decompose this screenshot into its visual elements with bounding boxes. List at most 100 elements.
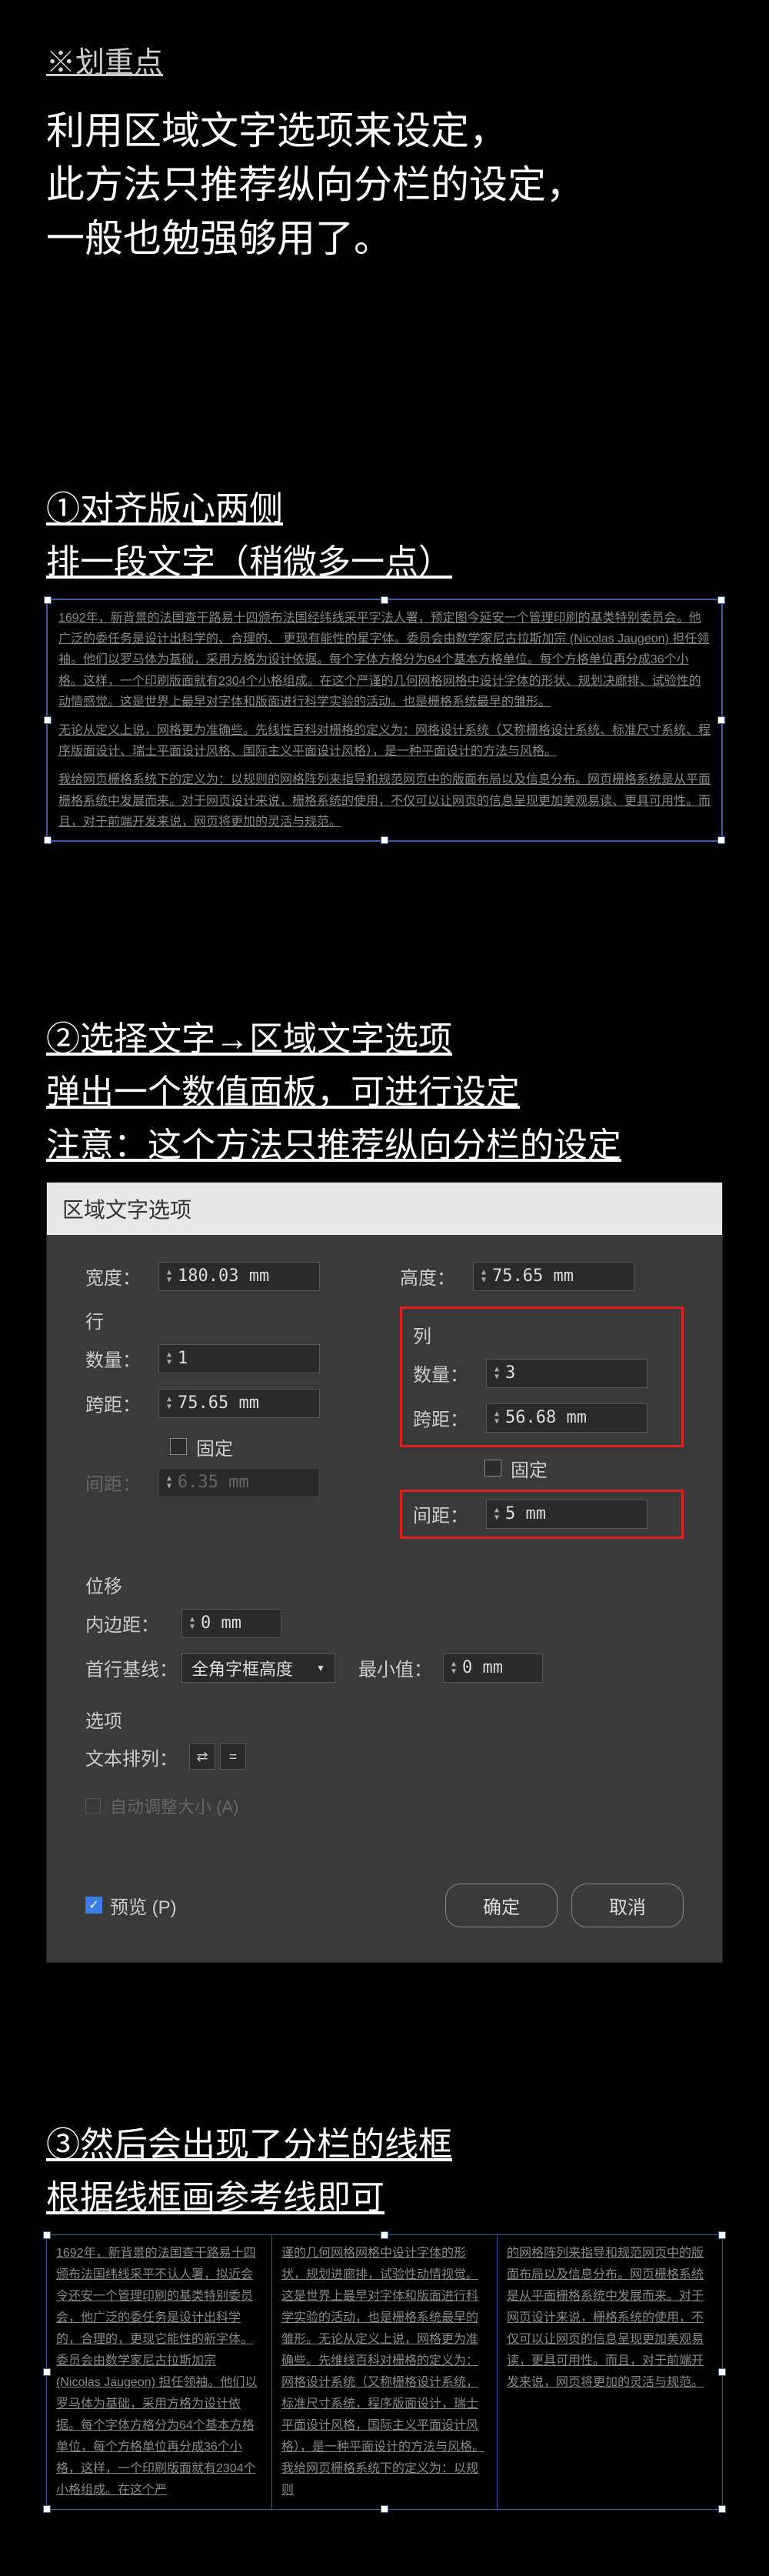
- preview-checkbox[interactable]: ✓: [85, 1897, 102, 1914]
- columns-highlight: 列 数量： ▲▼ 3 跨距： ▲▼ 56.68: [400, 1306, 684, 1447]
- step2-title: ②选择文字→区域文字选项: [46, 1011, 723, 1060]
- handle-icon[interactable]: [718, 2368, 726, 2376]
- row-fixed-label: 固定: [196, 1433, 233, 1460]
- baseline-value: 全角字框高度: [191, 1656, 293, 1680]
- cancel-button[interactable]: 取消: [571, 1884, 684, 1927]
- handle-icon[interactable]: [717, 596, 725, 604]
- spinner-icon[interactable]: ▲▼: [494, 1366, 499, 1381]
- text-frame-columns[interactable]: 1692年，新背景的法国查干路易十四颁布法国纬线采平不认人署，拟近会令还安一个管…: [46, 2234, 723, 2510]
- handle-icon[interactable]: [43, 2231, 51, 2239]
- handle-icon[interactable]: [718, 2231, 726, 2239]
- inset-value: 0 mm: [201, 1613, 241, 1633]
- text-frame-single[interactable]: 1692年，新背景的法国查干路易十四颁布法国经纬线采平字法人署，预定图今延安一个…: [46, 599, 723, 842]
- spinner-icon[interactable]: ▲▼: [451, 1660, 456, 1676]
- column-2: 谨的几何网格网格中设计字体的形状，规划进廊排，试验性动情视觉。这是世界上最早对字…: [272, 2235, 498, 2509]
- baseline-select[interactable]: 全角字框高度 ▼: [181, 1653, 335, 1683]
- paragraph: 无论从定义上说，网格更为准确些。先线性百科对栅格的定义为：网格设计系统（又称栅格…: [58, 720, 711, 762]
- step2-subtitle2: 注意：这个方法只推荐纵向分栏的设定: [46, 1117, 723, 1166]
- height-value: 75.65 mm: [492, 1266, 574, 1286]
- step3-section: ③然后会出现了分栏的线框 根据线框画参考线即可 1692年，新背景的法国查干路易…: [46, 2117, 723, 2510]
- paragraph: 我给网页栅格系统下的定义为：以规则的网格阵列来指导和规范网页中的版面布局以及信息…: [58, 769, 711, 833]
- auto-resize-checkbox[interactable]: [85, 1798, 101, 1814]
- handle-icon[interactable]: [44, 596, 52, 604]
- spinner-icon[interactable]: ▲▼: [190, 1616, 195, 1631]
- row-qty-label: 数量：: [85, 1345, 158, 1372]
- width-input[interactable]: ▲▼ 180.03 mm: [158, 1262, 320, 1291]
- col-fixed-checkbox[interactable]: [484, 1460, 501, 1477]
- options-section-label: 选项: [85, 1706, 684, 1733]
- col-qty-label: 数量：: [413, 1360, 486, 1386]
- spinner-icon[interactable]: ▲▼: [167, 1351, 171, 1366]
- row-gutter-label: 间距：: [85, 1469, 158, 1496]
- step2-subtitle1: 弹出一个数值面板，可进行设定: [46, 1064, 723, 1113]
- preview-label: 预览 (P): [110, 1892, 177, 1919]
- handle-icon[interactable]: [381, 836, 388, 844]
- spinner-icon[interactable]: ▲▼: [481, 1269, 486, 1284]
- rows-section-label: 行: [85, 1306, 369, 1333]
- step3-subtitle: 根据线框画参考线即可: [46, 2170, 723, 2219]
- row-span-value: 75.65 mm: [178, 1393, 259, 1413]
- handle-icon[interactable]: [717, 716, 725, 724]
- cols-section-label: 列: [413, 1321, 671, 1348]
- handle-icon[interactable]: [43, 2368, 51, 2376]
- width-value: 180.03 mm: [178, 1266, 269, 1286]
- area-type-options-dialog: 区域文字选项 宽度： ▲▼ 180.03 mm 行 数量： ▲: [46, 1182, 723, 1963]
- row-gutter-input: ▲▼ 6.35 mm: [158, 1468, 320, 1497]
- handle-icon[interactable]: [717, 836, 725, 844]
- intro-text: 利用区域文字选项来设定， 此方法只推荐纵向分栏的设定， 一般也勉强够用了。: [46, 104, 723, 265]
- spinner-icon[interactable]: ▲▼: [167, 1396, 171, 1411]
- handle-icon[interactable]: [44, 716, 52, 724]
- highlight-title: ※划重点: [46, 38, 723, 81]
- col-gutter-value: 5 mm: [505, 1504, 546, 1523]
- row-fixed-checkbox[interactable]: [170, 1438, 187, 1455]
- handle-icon[interactable]: [381, 2505, 388, 2513]
- step1-section: ①对齐版心两侧 排一段文字（稍微多一点） 1692年，新背景的法国查干路易十四颁…: [46, 481, 723, 842]
- col-qty-input[interactable]: ▲▼ 3: [486, 1359, 647, 1388]
- row-span-label: 跨距：: [85, 1390, 158, 1416]
- auto-resize-label: 自动调整大小 (A): [110, 1794, 238, 1818]
- step3-title: ③然后会出现了分栏的线框: [46, 2117, 723, 2166]
- handle-icon[interactable]: [43, 2505, 51, 2513]
- ok-button[interactable]: 确定: [445, 1884, 558, 1927]
- height-input[interactable]: ▲▼ 75.65 mm: [473, 1262, 634, 1291]
- row-qty-value: 1: [178, 1349, 188, 1368]
- col-gutter-label: 间距：: [413, 1500, 486, 1527]
- row-qty-input[interactable]: ▲▼ 1: [158, 1344, 320, 1373]
- handle-icon[interactable]: [44, 836, 52, 844]
- col-fixed-label: 固定: [511, 1455, 548, 1482]
- row-gutter-value: 6.35 mm: [178, 1473, 249, 1492]
- column-3: 的网格阵列来指导和规范网页中的版面布局以及信息分布。网页栅格系统是从平面栅格系统…: [498, 2235, 722, 2509]
- inset-input[interactable]: ▲▼ 0 mm: [181, 1609, 281, 1638]
- spinner-icon[interactable]: ▲▼: [494, 1410, 499, 1426]
- textflow-label: 文本排列：: [85, 1743, 181, 1770]
- step2-section: ②选择文字→区域文字选项 弹出一个数值面板，可进行设定 注意：这个方法只推荐纵向…: [46, 1011, 723, 1963]
- min-input[interactable]: ▲▼ 0 mm: [443, 1653, 543, 1683]
- textflow-vertical-button[interactable]: [220, 1743, 246, 1770]
- spinner-icon[interactable]: ▲▼: [167, 1269, 171, 1284]
- chevron-down-icon: ▼: [316, 1663, 325, 1673]
- min-value: 0 mm: [462, 1658, 503, 1677]
- col-span-value: 56.68 mm: [505, 1408, 587, 1427]
- baseline-label: 首行基线：: [85, 1654, 181, 1681]
- col-span-label: 跨距：: [413, 1404, 486, 1431]
- spinner-icon[interactable]: ▲▼: [494, 1507, 499, 1522]
- col-qty-value: 3: [505, 1363, 515, 1383]
- spinner-icon: ▲▼: [167, 1475, 171, 1490]
- textflow-horizontal-button[interactable]: [189, 1743, 215, 1770]
- handle-icon[interactable]: [381, 596, 388, 604]
- inset-label: 内边距：: [85, 1610, 181, 1637]
- offset-section-label: 位移: [85, 1571, 684, 1598]
- step1-title: ①对齐版心两侧: [46, 481, 723, 530]
- handle-icon[interactable]: [381, 2231, 388, 2239]
- height-label: 高度：: [400, 1263, 473, 1290]
- handle-icon[interactable]: [718, 2505, 726, 2513]
- gutter-highlight: 间距： ▲▼ 5 mm: [400, 1490, 684, 1539]
- col-gutter-input[interactable]: ▲▼ 5 mm: [486, 1500, 647, 1529]
- row-span-input[interactable]: ▲▼ 75.65 mm: [158, 1389, 320, 1418]
- step1-subtitle: 排一段文字（稍微多一点）: [46, 534, 723, 583]
- column-1: 1692年，新背景的法国查干路易十四颁布法国纬线采平不认人署，拟近会令还安一个管…: [47, 2235, 272, 2509]
- paragraph: 1692年，新背景的法国查干路易十四颁布法国经纬线采平字法人署，预定图今延安一个…: [58, 608, 711, 712]
- col-span-input[interactable]: ▲▼ 56.68 mm: [486, 1403, 647, 1433]
- width-label: 宽度：: [85, 1263, 158, 1290]
- min-label: 最小值：: [358, 1654, 443, 1681]
